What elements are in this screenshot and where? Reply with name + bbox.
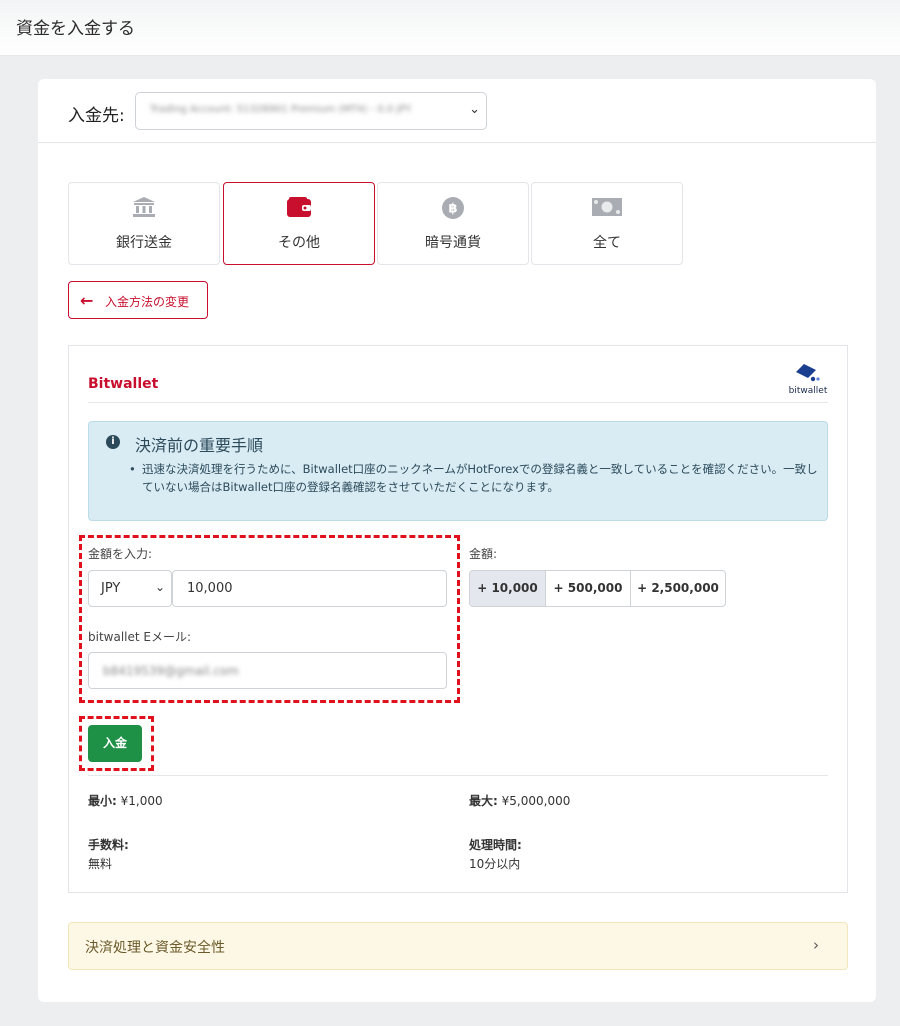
stat-fee-label-text: 手数料: [88, 838, 129, 852]
stat-time-value: 10分以内 [469, 857, 521, 871]
tab-other-label: その他 [278, 235, 320, 251]
tab-all[interactable]: 全て [531, 182, 683, 265]
destination-select[interactable]: Trading Account: 51328901 Premium (MT4) … [135, 92, 487, 130]
stat-max: 最大: ¥5,000,000 [469, 792, 570, 809]
stat-time-label: 処理時間: [469, 836, 522, 853]
bullet-icon: • [129, 462, 136, 476]
stat-min: 最小: ¥1,000 [88, 792, 163, 809]
stat-max-label: 最大: [469, 794, 498, 808]
panel-title: Bitwallet [88, 376, 159, 392]
bitcoin-icon: ฿ [378, 197, 528, 219]
deposit-card: 入金先: Trading Account: 51328901 Premium (… [38, 79, 876, 1002]
tab-all-label: 全て [593, 235, 621, 251]
bank-icon [69, 197, 219, 219]
destination-label: 入金先: [68, 106, 125, 126]
highlight-box-submit [79, 716, 154, 771]
info-icon: i [106, 435, 120, 449]
tab-crypto-label: 暗号通貨 [425, 235, 481, 251]
change-method-button[interactable]: ← 入金方法の変更 [68, 281, 208, 319]
chevron-right-icon: › [813, 936, 819, 954]
arrow-left-icon: ← [80, 291, 94, 310]
stat-time-label-text: 処理時間: [469, 838, 522, 852]
destination-select-value: Trading Account: 51328901 Premium (MT4) … [150, 104, 412, 115]
stat-min-value: ¥1,000 [120, 794, 163, 808]
page-title: 資金を入金する [16, 19, 135, 39]
info-title: 決済前の重要手順 [135, 436, 264, 455]
stat-min-label: 最小: [88, 794, 117, 808]
tab-other[interactable]: その他 [223, 182, 375, 265]
wallet-icon [224, 197, 374, 219]
tab-crypto[interactable]: ฿ 暗号通貨 [377, 182, 529, 265]
stats-divider [88, 775, 828, 776]
destination-header: 入金先: Trading Account: 51328901 Premium (… [38, 79, 876, 143]
quick-amount-group: + 10,000 + 500,000 + 2,500,000 [469, 570, 726, 607]
tab-bank-transfer-label: 銀行送金 [116, 235, 172, 251]
cash-icon [532, 197, 682, 219]
accordion-label: 決済処理と資金安全性 [85, 940, 225, 956]
highlight-box-form [79, 535, 460, 703]
tab-bank-transfer[interactable]: 銀行送金 [68, 182, 220, 265]
change-method-label: 入金方法の変更 [105, 295, 190, 309]
bitwallet-logo-text: bitwallet [788, 386, 828, 396]
panel-divider [88, 402, 828, 403]
stat-fee-label: 手数料: [88, 836, 129, 853]
top-bar: 資金を入金する [0, 0, 900, 56]
stat-max-value: ¥5,000,000 [501, 794, 571, 808]
quick-amount-button-10000[interactable]: + 10,000 [470, 571, 546, 606]
quick-amount-button-500000[interactable]: + 500,000 [546, 571, 631, 606]
info-alert: i 決済前の重要手順 • 迅速な決済処理を行うために、Bitwallet口座のニ… [88, 421, 828, 521]
info-text: • 迅速な決済処理を行うために、Bitwallet口座のニックネームがHotFo… [129, 460, 819, 496]
info-text-body: 迅速な決済処理を行うために、Bitwallet口座のニックネームがHotFore… [142, 462, 818, 494]
bitwallet-logo: bitwallet [787, 364, 829, 398]
chevron-down-icon: ⌄ [469, 102, 480, 117]
quick-amount-button-2500000[interactable]: + 2,500,000 [631, 571, 725, 606]
svg-text:฿: ฿ [448, 202, 457, 217]
quick-amount-label: 金額: [469, 547, 498, 561]
bitwallet-panel: Bitwallet bitwallet i 決済前の重要手順 • 迅速な決済処理… [68, 345, 848, 893]
payment-security-accordion[interactable]: 決済処理と資金安全性 › [68, 922, 848, 970]
stat-fee-value: 無料 [88, 857, 113, 871]
